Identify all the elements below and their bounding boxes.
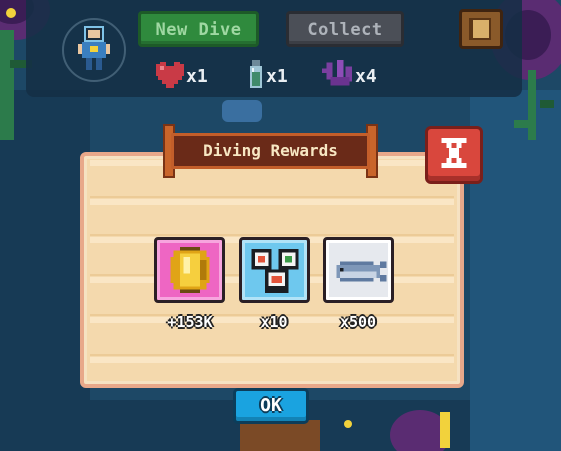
coral-count: x4 — [355, 66, 377, 87]
journal-button[interactable] — [459, 9, 503, 49]
heart-count: x1 — [186, 66, 208, 87]
dialog-title-plate: Diving Rewards — [163, 124, 378, 178]
collect-button[interactable]: Collect — [286, 11, 404, 47]
coral-icon — [322, 60, 352, 86]
sardine-fish-icon — [336, 261, 387, 282]
reward-coin-label: +153K — [167, 313, 213, 331]
diver-avatar-icon — [78, 26, 110, 70]
new-dive-button[interactable]: New Dive — [138, 11, 259, 47]
reward-sushi-label: x10 — [260, 313, 288, 331]
close-button[interactable] — [425, 126, 483, 184]
reward-sushi-slot — [239, 237, 310, 303]
heart-icon — [156, 62, 184, 88]
reward-fish-slot — [323, 237, 394, 303]
close-icon — [441, 138, 467, 168]
reward-coin-slot — [154, 237, 225, 303]
gold-coin-icon — [170, 247, 210, 293]
reward-fish-label: x500 — [339, 313, 377, 331]
potion-bottle-icon — [250, 60, 262, 88]
potion-count: x1 — [266, 66, 288, 87]
dialog-title: Diving Rewards — [203, 141, 338, 160]
sushi-icon — [251, 249, 299, 293]
ok-button[interactable]: OK — [233, 388, 309, 424]
journal-book-icon — [471, 18, 491, 40]
